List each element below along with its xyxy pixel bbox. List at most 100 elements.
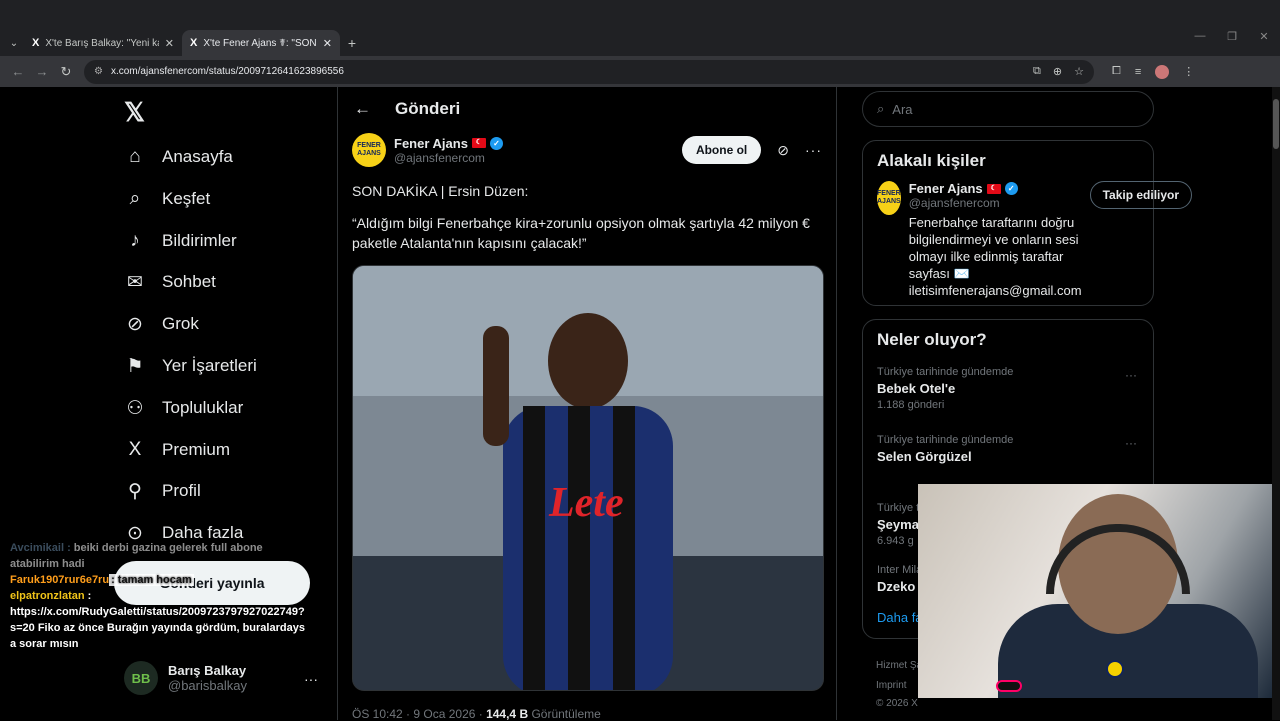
account-switcher[interactable]: BB Barış Balkay @barisbalkay — [124, 661, 247, 695]
nav-label: Bildirimler — [162, 231, 237, 250]
post-column: ← Gönderi FENER AJANS Fener Ajans ☾ ✓ @a… — [337, 87, 837, 721]
browser-tab-strip: ⌄ X X'te Barış Balkay: "Yeni kamera ✕ X … — [0, 0, 1280, 56]
tweet: FENER AJANS Fener Ajans ☾ ✓ @ajansfenerc… — [338, 133, 836, 691]
nav-item-bookmarks[interactable]: ⚑ Yer İşaretleri — [124, 351, 257, 381]
forward-icon[interactable]: → — [30, 64, 54, 79]
new-tab-icon[interactable]: + — [340, 35, 364, 51]
avatar: BB — [124, 661, 158, 695]
nav-item-chat[interactable]: ✉ Sohbet — [124, 267, 216, 297]
close-tab-icon[interactable]: ✕ — [323, 37, 332, 50]
related-name-row: Fener Ajans ☾ ✓ — [909, 181, 1082, 196]
author-avatar[interactable]: FENER AJANS — [352, 133, 386, 167]
search-placeholder: Ara — [892, 101, 913, 117]
svg-text:Lete: Lete — [548, 480, 624, 526]
nav-item-premium[interactable]: X Premium — [124, 435, 230, 465]
account-more-icon[interactable]: ··· — [304, 671, 318, 687]
tweet-photo[interactable]: Lete — [352, 265, 824, 691]
nav-label: Profil — [162, 481, 201, 500]
tweet-text: SON DAKİKA | Ersin Düzen: “Aldığım bilgi… — [352, 181, 822, 253]
author-handle[interactable]: @ajansfenercom — [394, 151, 503, 165]
footer-copyright: © 2026 X — [876, 698, 918, 709]
tweet-line: SON DAKİKA | Ersin Düzen: — [352, 183, 529, 199]
nav-label: Topluluklar — [162, 398, 244, 417]
footer-link[interactable]: Hizmet Şa — [876, 660, 922, 671]
close-window-icon[interactable]: ✕ — [1248, 30, 1280, 43]
nav-item-profile[interactable]: ⚲ Profil — [124, 476, 201, 506]
browser-tab-2[interactable]: X X'te Fener Ajans ☤: "SON DAKİ ✕ — [182, 30, 340, 56]
home-icon: ⌂ — [129, 146, 141, 167]
address-bar[interactable]: ⚙ x.com/ajansfenercom/status/20097126416… — [84, 59, 1094, 84]
following-button[interactable]: Takip ediliyor — [1089, 181, 1193, 209]
trend-more-icon[interactable]: ··· — [1125, 436, 1137, 450]
nav-label: Grok — [162, 314, 199, 333]
scrollbar-thumb[interactable] — [1273, 99, 1279, 149]
x-logo-icon[interactable]: 𝕏 — [124, 97, 145, 128]
reload-icon[interactable]: ↻ — [54, 64, 78, 80]
page-scrollbar[interactable] — [1272, 87, 1280, 720]
trend-name: Bebek Otel'e — [877, 381, 956, 396]
turkey-flag-icon: ☾ — [471, 138, 486, 148]
nav-item-communities[interactable]: ⚇ Topluluklar — [124, 393, 243, 423]
back-icon[interactable]: ← — [6, 64, 30, 79]
grok-icon[interactable]: ⊘ — [777, 142, 789, 159]
related-person[interactable]: FENER AJANS Fener Ajans ☾ ✓ @ajansfenerc… — [863, 181, 1193, 299]
close-tab-icon[interactable]: ✕ — [165, 37, 174, 50]
mail-icon: ✉ — [127, 271, 143, 293]
minimize-icon[interactable]: — — [1184, 30, 1216, 43]
tab-title: X'te Fener Ajans ☤: "SON DAKİ — [203, 37, 317, 49]
trend-count: 1.188 gönderi — [877, 399, 945, 411]
browser-tab-1[interactable]: X X'te Barış Balkay: "Yeni kamera ✕ — [24, 30, 182, 56]
window-controls: — ❐ ✕ — [1184, 30, 1280, 43]
profile-avatar-icon[interactable] — [1155, 64, 1170, 79]
nav-label: Keşfet — [162, 189, 211, 208]
related-name: Fener Ajans — [908, 181, 983, 196]
bell-icon: ♪ — [130, 230, 140, 251]
nav-item-grok[interactable]: ⊘ Grok — [124, 309, 199, 339]
account-handle: @barisbalkay — [168, 678, 247, 693]
zoom-icon[interactable]: ⊕ — [1053, 65, 1062, 78]
trend-item[interactable]: Türkiye tarihinde gündemde Bebek Otel'e … — [863, 360, 1153, 428]
trend-more-icon[interactable]: ··· — [1125, 368, 1137, 382]
webcam-overlay — [918, 484, 1272, 698]
grok-icon: ⊘ — [127, 313, 143, 335]
verified-badge-icon: ✓ — [1004, 182, 1018, 195]
nav-label: Yer İşaretleri — [162, 356, 257, 375]
footer-link[interactable]: Imprint — [876, 680, 907, 691]
tweet-meta: ÖS 10:42 · 9 Oca 2026 · 144,4 B Görüntül… — [352, 707, 601, 721]
related-people-card: Alakalı kişiler FENER AJANS Fener Ajans … — [862, 140, 1193, 306]
tweet-quote: “Aldığım bilgi Fenerbahçe kira+zorunlu o… — [352, 215, 810, 251]
turkey-flag-icon: ☾ — [986, 183, 1001, 194]
page-title: Gönderi — [395, 99, 461, 118]
bookmark-star-icon[interactable]: ☆ — [1074, 65, 1084, 78]
view-count: 144,4 B — [486, 707, 529, 721]
url-text: x.com/ajansfenercom/status/2009712641623… — [110, 66, 344, 77]
extensions-icon[interactable]: ⧠ — [1112, 65, 1121, 78]
search-icon: ⌕ — [129, 188, 141, 209]
x-favicon-icon: X — [190, 37, 198, 49]
chat-message: Faruk1907rur6e7ru: tamam hocam — [10, 572, 310, 588]
chat-user: elpatronzlatan — [10, 590, 85, 602]
search-input[interactable]: ⌕ Ara — [862, 91, 1154, 127]
author-name-row[interactable]: Fener Ajans ☾ ✓ — [394, 136, 503, 151]
install-app-icon[interactable]: ⧉ — [1033, 65, 1041, 78]
account-name: Barış Balkay — [168, 663, 247, 678]
more-icon[interactable]: ··· — [805, 142, 822, 158]
fenerbahce-badge-icon — [1106, 660, 1124, 678]
bookmark-icon: ⚑ — [126, 355, 144, 377]
tab-search-dropdown-icon[interactable]: ⌄ — [4, 33, 24, 53]
back-arrow-icon[interactable]: ← — [354, 99, 371, 119]
nav-item-home[interactable]: ⌂ Anasayfa — [124, 142, 233, 172]
site-info-icon[interactable]: ⚙ — [94, 66, 103, 77]
restore-icon[interactable]: ❐ — [1216, 30, 1248, 43]
stream-logo-icon — [996, 680, 1022, 692]
nav-item-explore[interactable]: ⌕ Keşfet — [124, 184, 211, 214]
media-controls-icon[interactable]: ≡ — [1135, 66, 1141, 78]
nav-item-notifications[interactable]: ♪ Bildirimler — [124, 226, 237, 256]
chat-message: Avcimikail : beiki derbi gazina gelerek … — [10, 540, 310, 572]
related-avatar[interactable]: FENER AJANS — [877, 181, 901, 215]
trend-name: Selen Görgüzel — [877, 449, 972, 464]
x-favicon-icon: X — [32, 37, 40, 49]
tweet-time[interactable]: ÖS 10:42 · 9 Oca 2026 · — [352, 707, 486, 721]
menu-kebab-icon[interactable]: ⋮ — [1183, 65, 1194, 78]
subscribe-button[interactable]: Abone ol — [681, 136, 762, 164]
